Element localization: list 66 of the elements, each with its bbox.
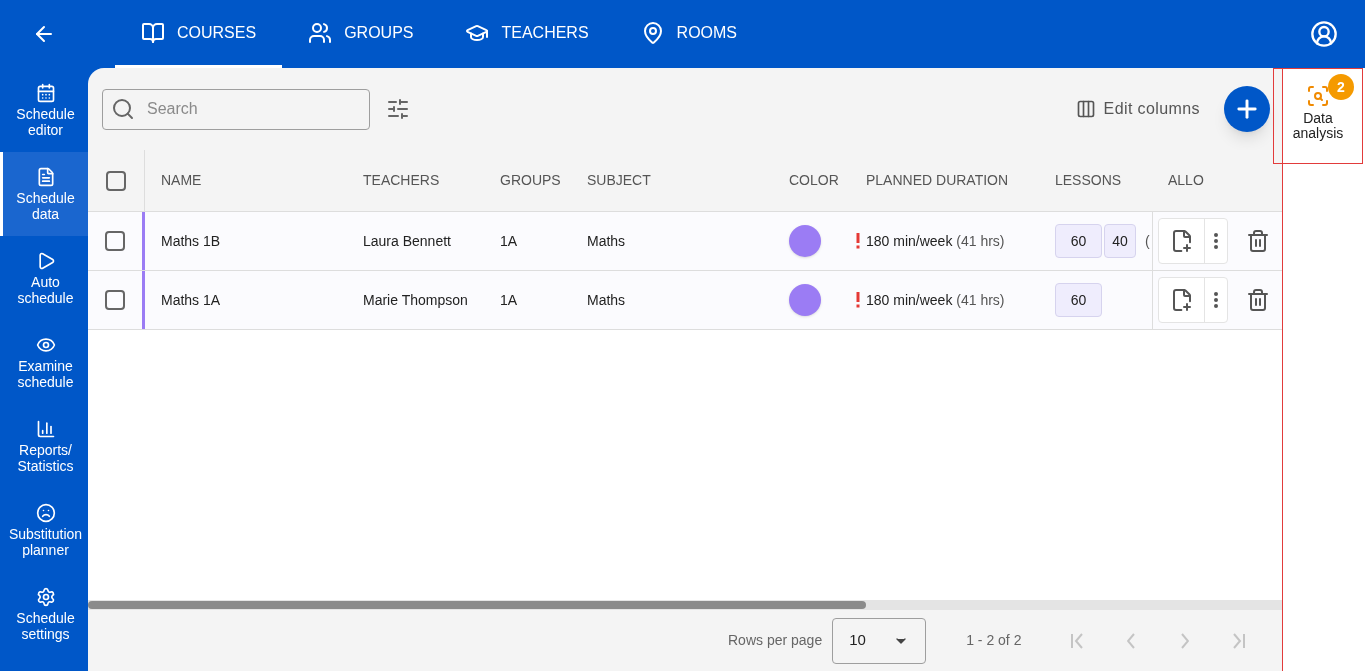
table-cell: Maths — [587, 291, 626, 308]
people-icon — [308, 20, 333, 45]
lesson-more-text: ( — [1145, 231, 1150, 251]
add-button[interactable] — [1224, 86, 1270, 132]
search-input[interactable]: Search — [147, 97, 347, 121]
delete-button[interactable] — [1246, 229, 1270, 253]
trash-icon — [1246, 288, 1270, 312]
settings-icon — [35, 586, 56, 607]
page-range: 1 - 2 of 2 — [966, 631, 1022, 650]
column-header: SUBJECT — [587, 172, 651, 188]
last-page-icon — [1233, 632, 1246, 649]
book-icon — [141, 20, 165, 45]
dots-icon — [1214, 292, 1218, 308]
column-header: COLOR — [789, 172, 839, 188]
table-cell: Maths 1B — [161, 232, 221, 249]
calendar-icon — [35, 82, 56, 103]
face-icon — [35, 502, 56, 523]
nav-tab[interactable]: TEACHERS — [439, 0, 615, 68]
column-header: NAME — [161, 172, 202, 188]
column-header: GROUPS — [500, 172, 561, 188]
search-field[interactable]: Search — [102, 88, 370, 130]
table-cell: Maths 1A — [161, 291, 221, 308]
columns-icon — [1075, 99, 1096, 119]
account-icon[interactable] — [1310, 20, 1338, 48]
data-analysis-button[interactable]: Data analysis 2 — [1273, 68, 1363, 164]
edit-columns-button[interactable]: Edit columns — [1075, 97, 1200, 121]
sidebar-item[interactable]: Reports/ Statistics — [0, 404, 88, 488]
column-header: ALLO — [1168, 172, 1204, 188]
row-checkbox[interactable] — [105, 290, 125, 310]
table-cell-text: 180 min/week (41 hrs) — [866, 231, 1005, 251]
chart-icon — [35, 418, 56, 439]
table-cell: Maths — [587, 232, 626, 249]
row-checkbox[interactable] — [105, 231, 125, 251]
chevron-right-icon — [1181, 632, 1190, 649]
dots-icon — [1214, 233, 1218, 249]
sidebar-item[interactable]: Schedule editor — [0, 68, 88, 152]
table-cell: 1A — [500, 291, 518, 308]
column-header: LESSONS — [1055, 172, 1122, 188]
nav-tab[interactable]: ROOMS — [614, 0, 764, 68]
table-cell: Marie Thompson — [363, 291, 468, 308]
select-all-checkbox[interactable] — [106, 170, 126, 191]
nav-tab[interactable]: GROUPS — [282, 0, 440, 68]
table-cell: Laura Bennett — [363, 232, 451, 249]
rows-per-page-select[interactable]: 10 — [832, 617, 927, 664]
lesson-chip[interactable]: 60 — [1055, 224, 1102, 258]
trash-icon — [1246, 229, 1270, 253]
analysis-icon — [1306, 84, 1330, 108]
first-page-icon — [1071, 632, 1084, 649]
lesson-chip[interactable]: 40 — [1104, 224, 1136, 258]
column-header: PLANNED DURATION — [866, 172, 1009, 188]
column-header: TEACHERS — [363, 172, 440, 188]
lesson-chip[interactable]: 60 — [1055, 283, 1102, 317]
sidebar-item[interactable]: Substitution planner — [0, 488, 88, 572]
delete-button[interactable] — [1246, 288, 1270, 312]
rows-per-page-label: Rows per page — [728, 631, 823, 650]
horizontal-scrollbar[interactable] — [88, 600, 1282, 610]
notification-badge: 2 — [1328, 74, 1354, 100]
sidebar-item[interactable]: Schedule settings — [0, 572, 88, 656]
sidebar-item[interactable]: Auto schedule — [0, 236, 88, 320]
sidebar-item[interactable]: Examine schedule — [0, 320, 88, 404]
table-cell-text: 180 min/week (41 hrs) — [866, 290, 1005, 310]
sidebar-item[interactable]: Schedule data — [0, 152, 88, 236]
sliders-icon — [386, 97, 410, 121]
table-cell: 1A — [500, 232, 518, 249]
chevron-left-icon — [1127, 632, 1136, 649]
search-icon — [111, 97, 135, 121]
